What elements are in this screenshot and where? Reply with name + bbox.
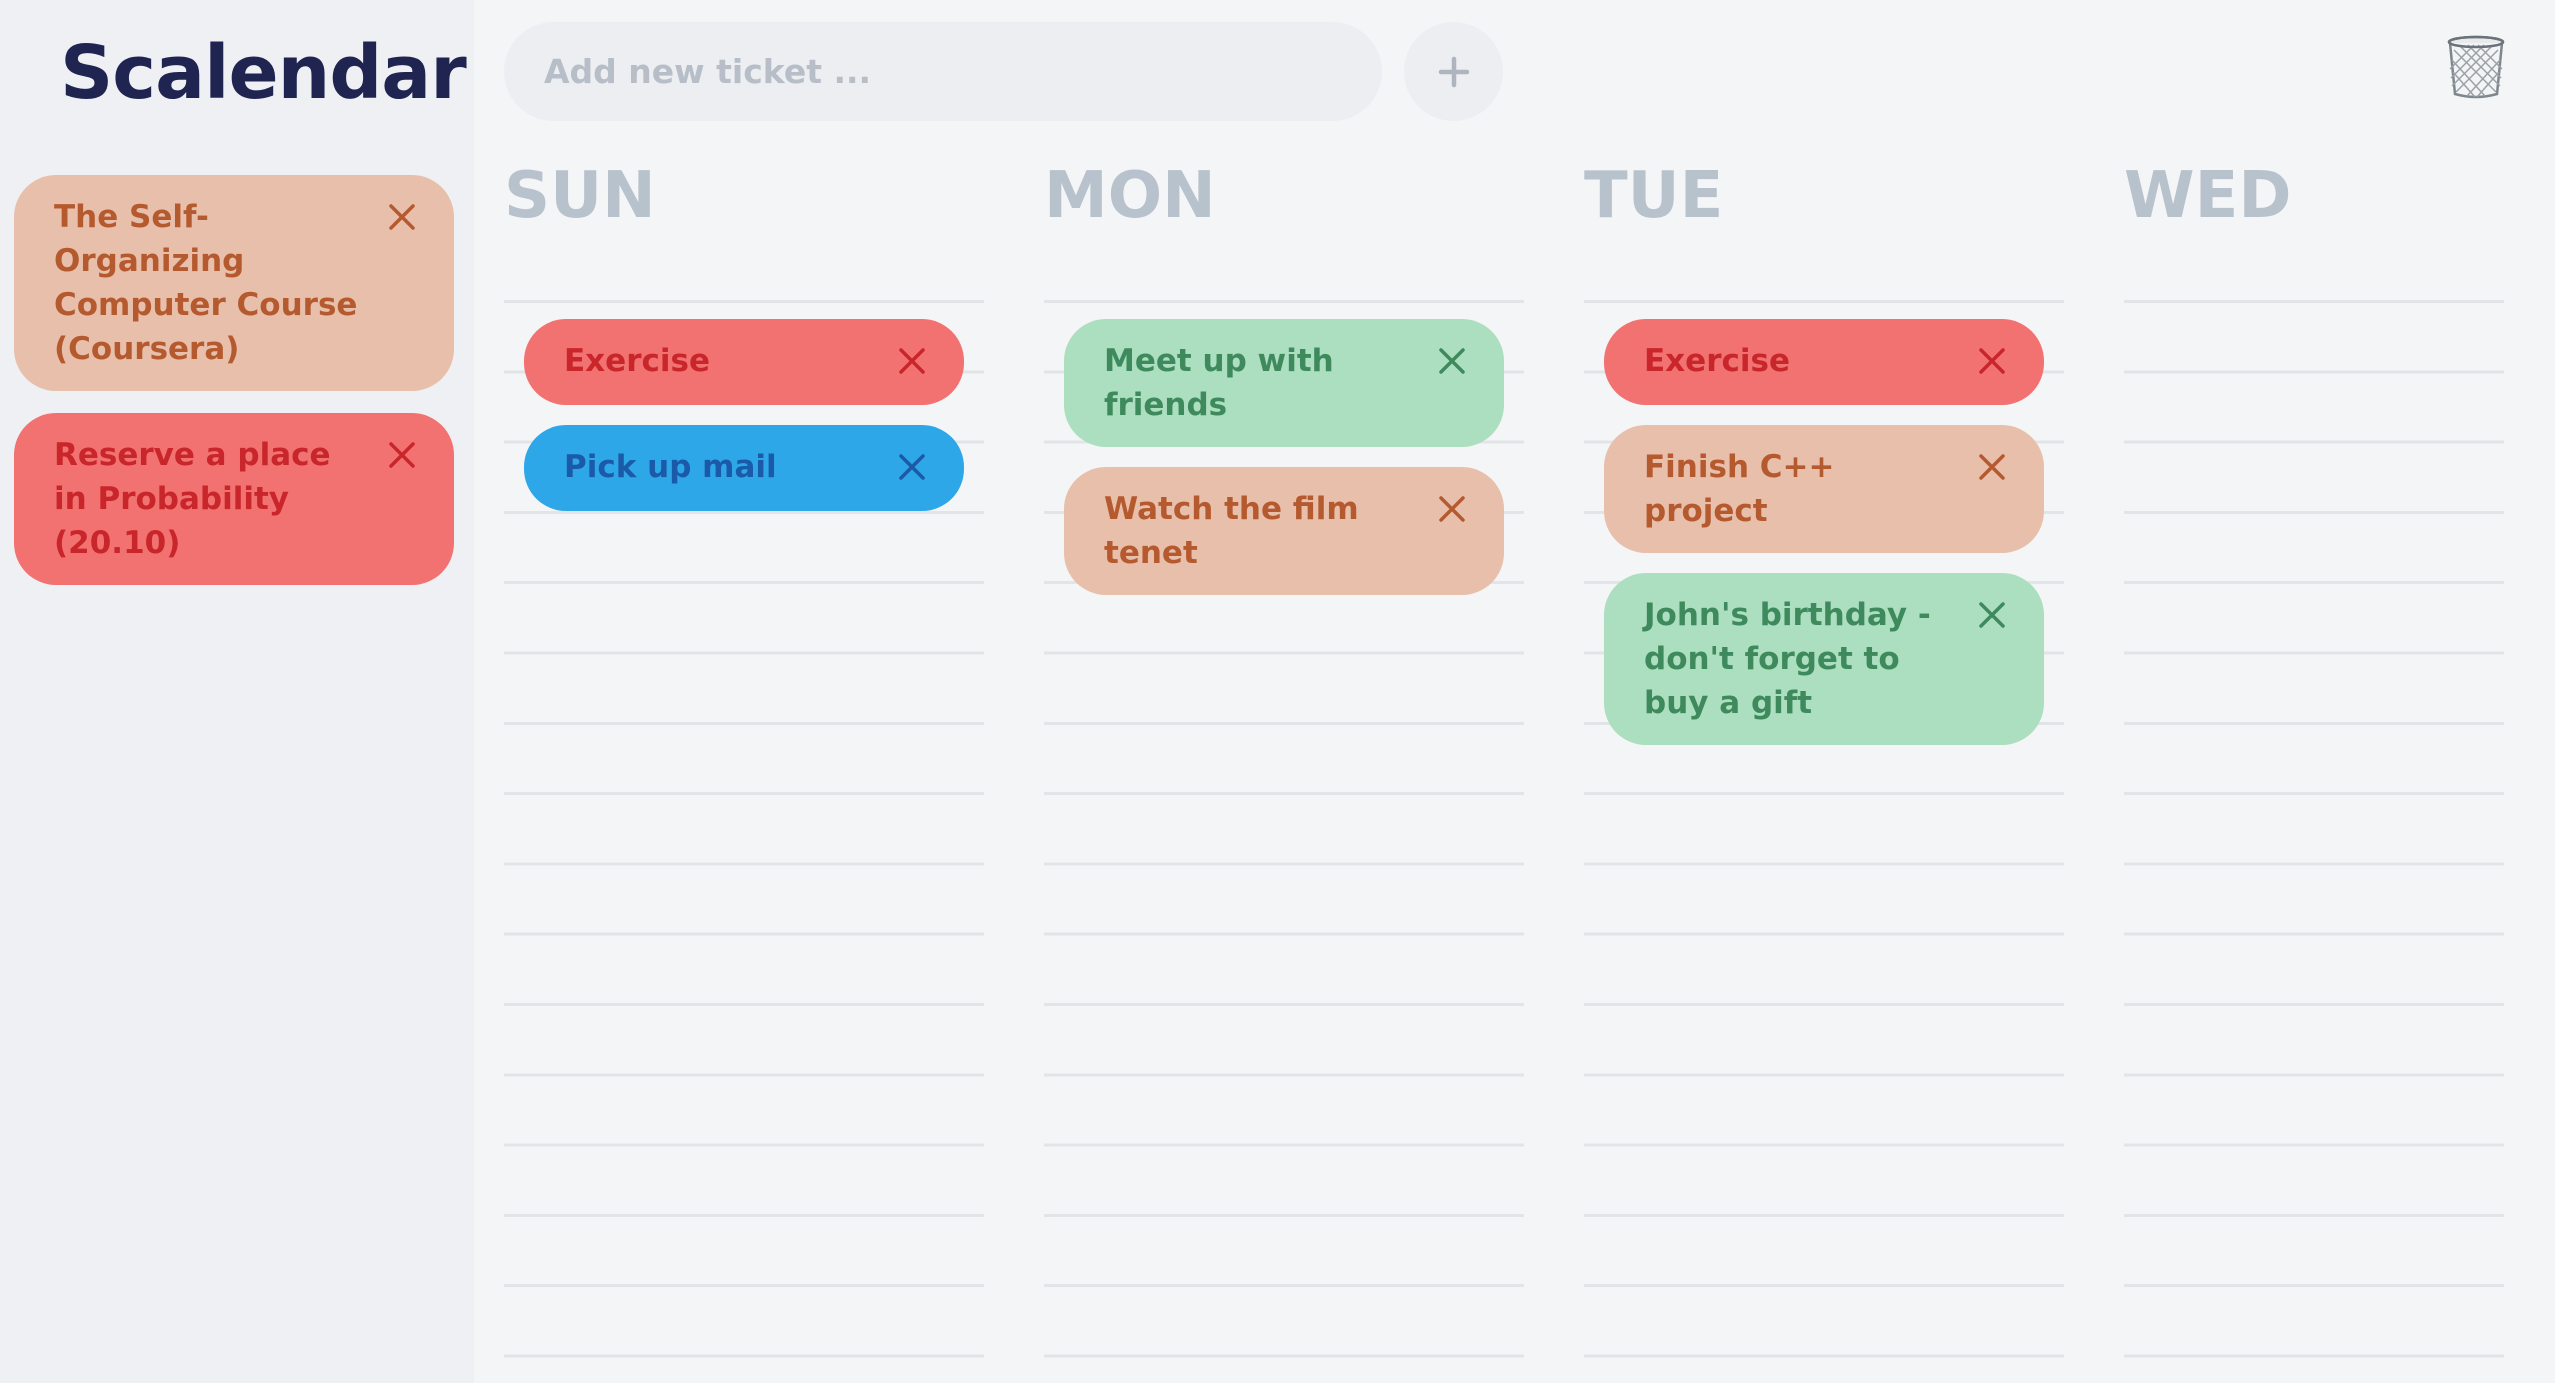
close-icon[interactable] [1976, 345, 2008, 377]
sidebar: Scalendar The Self-Organizing Computer C… [0, 0, 474, 1383]
ticket-label: Meet up with friends [1104, 343, 1334, 423]
add-ticket-button[interactable] [1404, 22, 1503, 121]
day-ticket-list: Meet up with friends Watch the film tene… [1064, 319, 1504, 615]
plus-icon [1438, 56, 1469, 87]
close-icon[interactable] [386, 439, 418, 471]
ticket-label: The Self-Organizing Computer Course (Cou… [54, 199, 358, 367]
calendar-ticket[interactable]: John's birthday - don't forget to buy a … [1604, 573, 2044, 745]
close-icon[interactable] [386, 201, 418, 233]
day-column-tue: TUE Exercise Finish C++ project John's b… [1584, 150, 2064, 1383]
close-icon[interactable] [1976, 599, 2008, 631]
close-icon[interactable] [1436, 493, 1468, 525]
day-column-wed: WED [2124, 150, 2504, 1383]
backlog-list: The Self-Organizing Computer Course (Cou… [14, 175, 454, 607]
calendar-ticket[interactable]: Exercise [1604, 319, 2044, 405]
day-header: TUE [1584, 159, 1724, 233]
new-ticket-input[interactable] [504, 22, 1382, 121]
trash-bin-icon[interactable] [2445, 34, 2507, 100]
ticket-label: Exercise [564, 343, 710, 379]
day-grid-lines [2124, 300, 2504, 1383]
ticket-label: Pick up mail [564, 449, 777, 485]
close-icon[interactable] [1436, 345, 1468, 377]
ticket-label: Exercise [1644, 343, 1790, 379]
day-ticket-list: Exercise Finish C++ project John's birth… [1604, 319, 2044, 765]
close-icon[interactable] [1976, 451, 2008, 483]
day-column-sun: SUN Exercise Pick up mail [504, 150, 984, 1383]
calendar-area: SUN Exercise Pick up mail MON Meet up wi… [474, 0, 2555, 1383]
day-header: SUN [504, 159, 656, 233]
day-column-mon: MON Meet up with friends Watch the film … [1044, 150, 1524, 1383]
ticket-label: Finish C++ project [1644, 449, 1835, 529]
calendar-ticket[interactable]: Exercise [524, 319, 964, 405]
backlog-ticket[interactable]: Reserve a place in Probability (20.10) [14, 413, 454, 585]
close-icon[interactable] [896, 451, 928, 483]
calendar-ticket[interactable]: Pick up mail [524, 425, 964, 511]
ticket-label: Reserve a place in Probability (20.10) [54, 437, 331, 561]
app-logo: Scalendar [60, 30, 467, 116]
ticket-label: John's birthday - don't forget to buy a … [1644, 597, 1931, 721]
backlog-ticket[interactable]: The Self-Organizing Computer Course (Cou… [14, 175, 454, 391]
day-ticket-list: Exercise Pick up mail [524, 319, 964, 531]
day-header: WED [2124, 159, 2292, 233]
day-header: MON [1044, 159, 1216, 233]
calendar-ticket[interactable]: Watch the film tenet [1064, 467, 1504, 595]
calendar-ticket[interactable]: Finish C++ project [1604, 425, 2044, 553]
ticket-label: Watch the film tenet [1104, 491, 1359, 571]
calendar-ticket[interactable]: Meet up with friends [1064, 319, 1504, 447]
close-icon[interactable] [896, 345, 928, 377]
